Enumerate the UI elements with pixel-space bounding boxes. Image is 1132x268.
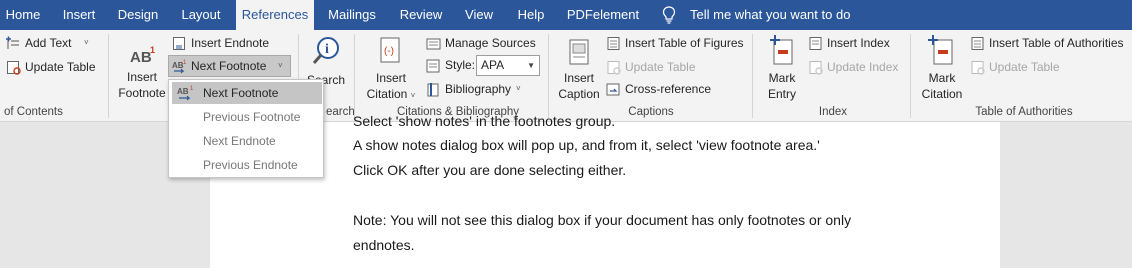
svg-text:AB: AB — [130, 49, 152, 66]
mark-citation-button[interactable]: Mark Citation — [916, 34, 968, 102]
group-label-index: Index — [818, 106, 848, 118]
menu-item-next-footnote[interactable]: AB 1 Next Footnote — [172, 82, 322, 104]
group-label-toc: of Contents — [4, 106, 63, 118]
menu-item-previous-footnote[interactable]: Previous Footnote — [172, 106, 322, 128]
chevron-down-icon: ˅ — [410, 91, 416, 100]
search-info-icon: i — [312, 37, 339, 64]
group-divider — [548, 34, 549, 118]
update-index-icon — [809, 61, 823, 75]
tab-design[interactable]: Design — [110, 0, 166, 30]
tab-view[interactable]: View — [458, 0, 500, 30]
svg-text:1: 1 — [183, 60, 187, 66]
document-line: Click OK after you are done selecting ei… — [353, 162, 627, 178]
insert-citation-button[interactable]: (-) Insert Citation ˅ — [362, 36, 420, 101]
style-icon — [426, 59, 440, 73]
tab-references[interactable]: References — [236, 0, 314, 31]
cross-reference-icon — [606, 83, 620, 96]
update-table-icon — [607, 61, 621, 75]
chevron-down-icon: ▼ — [527, 61, 535, 70]
document-line: endnotes. — [353, 237, 415, 253]
tab-home[interactable]: Home — [0, 0, 46, 30]
group-label-captions: Captions — [628, 106, 674, 118]
lightbulb-icon — [662, 6, 676, 24]
mark-citation-icon — [928, 35, 953, 65]
tell-me-search[interactable]: Tell me what you want to do — [690, 0, 850, 30]
document-page[interactable]: Select 'show notes' in the footnotes gro… — [210, 113, 1000, 268]
svg-text:(-): (-) — [384, 46, 394, 57]
group-divider — [752, 34, 753, 118]
svg-text:1: 1 — [190, 86, 194, 92]
bibliography-icon — [427, 83, 439, 97]
chevron-down-icon: ˅ — [278, 61, 283, 70]
group-label-research: earch — [326, 106, 355, 118]
insert-caption-button[interactable]: Insert Caption — [556, 38, 602, 102]
chevron-down-icon: ˅ — [84, 38, 89, 47]
group-divider — [108, 34, 109, 118]
mark-entry-icon — [770, 35, 793, 65]
insert-citation-icon: (-) — [380, 37, 400, 63]
tab-mailings[interactable]: Mailings — [320, 0, 384, 30]
svg-text:AB: AB — [177, 87, 189, 96]
svg-text:AB: AB — [172, 61, 184, 70]
insert-endnote-icon — [173, 37, 185, 50]
update-table-icon — [971, 61, 985, 75]
table-of-authorities-icon — [971, 37, 984, 50]
group-label-authorities: Table of Authorities — [975, 106, 1073, 118]
table-of-figures-icon — [607, 37, 620, 50]
insert-caption-icon — [569, 39, 589, 65]
tab-help[interactable]: Help — [508, 0, 554, 30]
mark-entry-button[interactable]: Mark Entry — [758, 34, 806, 102]
group-divider — [910, 34, 911, 118]
group-divider — [354, 34, 355, 118]
update-table-icon — [7, 61, 21, 75]
svg-text:i: i — [325, 42, 329, 57]
next-footnote-icon: AB 1 — [172, 60, 187, 74]
document-line: Note: You will not see this dialog box i… — [353, 212, 852, 228]
citation-style-select[interactable]: APA ▼ — [476, 55, 540, 76]
menu-item-next-endnote[interactable]: Next Endnote — [172, 130, 322, 152]
next-footnote-icon: AB 1 — [177, 86, 194, 101]
tab-layout[interactable]: Layout — [172, 0, 230, 30]
next-footnote-dropdown-button[interactable]: AB 1 Next Footnote ˅ — [168, 55, 291, 77]
next-footnote-menu: AB 1 Next Footnote Previous Footnote Nex… — [168, 79, 324, 178]
manage-sources-icon — [426, 38, 441, 50]
svg-text:1: 1 — [150, 45, 155, 55]
tab-insert[interactable]: Insert — [52, 0, 106, 30]
chevron-down-icon: ˅ — [516, 84, 521, 93]
ribbon-tab-bar: Home Insert Design Layout References Mai… — [0, 0, 1132, 31]
document-line: Select 'show notes' in the footnotes gro… — [353, 113, 616, 129]
tab-review[interactable]: Review — [392, 0, 450, 30]
menu-item-previous-endnote[interactable]: Previous Endnote — [172, 154, 322, 176]
document-line: A show notes dialog box will pop up, and… — [353, 137, 820, 153]
tab-pdfelement[interactable]: PDFelement — [562, 0, 644, 30]
insert-footnote-icon: AB 1 — [130, 45, 155, 66]
insert-index-icon — [809, 37, 822, 50]
insert-footnote-button[interactable]: AB 1 Insert Footnote — [114, 40, 170, 102]
add-text-icon — [6, 36, 19, 49]
